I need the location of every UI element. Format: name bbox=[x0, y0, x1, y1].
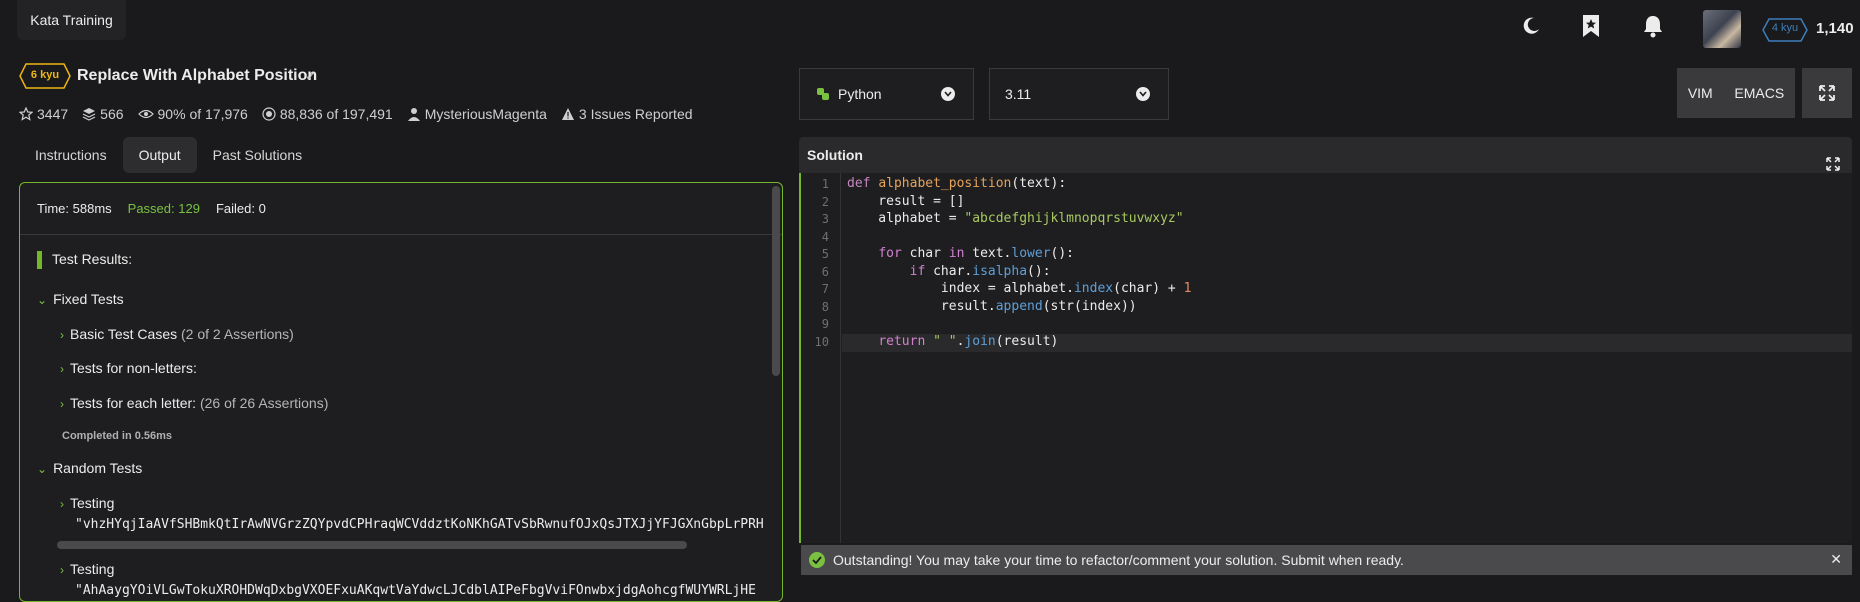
top-bar: Kata Training 4 kyu 1,140 bbox=[0, 0, 1860, 48]
success-message: Outstanding! You may take your time to r… bbox=[833, 552, 1404, 568]
line-number: 5 bbox=[821, 247, 829, 261]
line-gutter: 1 2 3 4 5 6 7 8 9 10 bbox=[801, 173, 841, 543]
time-value: Time: 588ms bbox=[37, 201, 112, 216]
line-number: 4 bbox=[821, 230, 829, 244]
issues-stat[interactable]: 3 Issues Reported bbox=[561, 106, 693, 122]
completed-time: Completed in 0.56ms bbox=[62, 430, 173, 442]
passed-count: Passed: 129 bbox=[127, 201, 200, 216]
kyu-label: 6 kyu bbox=[30, 69, 60, 81]
fixed-tests-group[interactable]: ⌄ Fixed Tests bbox=[37, 291, 124, 307]
line-number: 9 bbox=[821, 317, 829, 331]
results-bar bbox=[37, 251, 42, 270]
bell-icon[interactable] bbox=[1641, 14, 1665, 38]
eye-icon bbox=[137, 109, 154, 119]
tab-past-solutions[interactable]: Past Solutions bbox=[197, 137, 319, 173]
rank-label: 4 kyu bbox=[1771, 22, 1799, 34]
chevron-right-icon: › bbox=[60, 563, 64, 577]
code-line: alphabet = "abcdefghijklmnopqrstuvwxyz" bbox=[847, 211, 1184, 226]
expand-icon bbox=[1819, 85, 1835, 101]
kata-title: Replace With Alphabet Position bbox=[77, 67, 318, 84]
failed-count: Failed: 0 bbox=[215, 201, 266, 216]
solution-title: Solution bbox=[807, 147, 863, 163]
chevron-down-icon bbox=[941, 87, 955, 101]
success-banner: Outstanding! You may take your time to r… bbox=[801, 545, 1852, 575]
layers-icon bbox=[82, 108, 96, 121]
warning-icon bbox=[561, 108, 574, 120]
kata-training-link[interactable]: Kata Training bbox=[17, 0, 126, 40]
honor-count: 1,140 bbox=[1816, 20, 1854, 37]
solution-header: Solution bbox=[799, 137, 1852, 173]
code-line: index = alphabet.index(char) + 1 bbox=[847, 281, 1192, 296]
test-input-string: "AhAaygYOiVLGwTokuXROHDWqDxbgVXOEFxuAKqw… bbox=[75, 583, 756, 598]
tab-output[interactable]: Output bbox=[122, 137, 197, 173]
version-select[interactable]: 3.11 bbox=[989, 68, 1169, 120]
avatar[interactable] bbox=[1703, 10, 1741, 48]
completed-stat: 88,836 of 197,491 bbox=[262, 106, 393, 122]
kyu-badge: 6 kyu bbox=[19, 63, 71, 89]
bookmark-star-icon[interactable] bbox=[1579, 14, 1603, 38]
collections-stat[interactable]: 566 bbox=[82, 106, 124, 122]
fullscreen-button[interactable] bbox=[1802, 68, 1852, 118]
tab-instructions[interactable]: Instructions bbox=[19, 137, 123, 173]
basic-test-cases-item[interactable]: › Basic Test Cases (2 of 2 Assertions) bbox=[60, 326, 294, 342]
kata-tabs: Instructions Output Past Solutions bbox=[19, 137, 318, 173]
chevron-right-icon: › bbox=[60, 328, 64, 342]
random-tests-group[interactable]: ⌄ Random Tests bbox=[37, 460, 142, 476]
vim-button[interactable]: VIM bbox=[1688, 85, 1713, 101]
chevron-down-icon: ⌄ bbox=[37, 462, 48, 476]
vertical-scrollbar[interactable] bbox=[772, 186, 780, 376]
random-test-item[interactable]: › Testing bbox=[60, 561, 114, 577]
test-results-heading: Test Results: bbox=[37, 251, 132, 270]
random-test-item[interactable]: › Testing bbox=[60, 495, 114, 511]
line-number: 6 bbox=[821, 265, 829, 279]
line-number: 2 bbox=[821, 195, 829, 209]
non-letters-item[interactable]: › Tests for non-letters: bbox=[60, 360, 197, 376]
moon-icon[interactable] bbox=[1519, 14, 1543, 38]
code-line: return " ".join(result) bbox=[878, 334, 1059, 349]
kata-stats: 3447 566 90% of 17,976 88,836 of 197,491… bbox=[19, 106, 707, 122]
line-number: 8 bbox=[821, 300, 829, 314]
close-icon[interactable]: ✕ bbox=[1830, 551, 1842, 568]
user-icon bbox=[407, 108, 420, 121]
check-circle-icon bbox=[809, 552, 825, 568]
line-number: 10 bbox=[814, 335, 829, 349]
code-line: def alphabet_position(text): bbox=[847, 176, 1067, 191]
output-panel: Time: 588ms Passed: 129 Failed: 0 Test R… bbox=[19, 182, 783, 602]
code-line: if char.isalpha(): bbox=[909, 264, 1051, 279]
line-number: 1 bbox=[821, 177, 829, 191]
line-number: 3 bbox=[821, 212, 829, 226]
language-select[interactable]: Python bbox=[799, 68, 974, 120]
chevron-down-icon: ⌄ bbox=[37, 293, 48, 307]
editor-mode-group: VIM EMACS bbox=[1677, 68, 1795, 118]
chevron-right-icon: › bbox=[60, 362, 64, 376]
test-input-string: "vhzHYqjIaAVfSHBmkQtIrAwNVGrzZQYpvdCPHra… bbox=[75, 517, 764, 532]
chevron-down-icon bbox=[1136, 87, 1150, 101]
python-icon bbox=[817, 88, 829, 100]
stars-stat[interactable]: 3447 bbox=[19, 106, 68, 122]
emacs-button[interactable]: EMACS bbox=[1734, 85, 1784, 101]
satisfaction-stat: 90% of 17,976 bbox=[137, 106, 248, 122]
author-stat[interactable]: MysteriousMagenta bbox=[407, 106, 547, 122]
each-letter-item[interactable]: › Tests for each letter: (26 of 26 Assert… bbox=[60, 395, 328, 411]
target-icon bbox=[262, 107, 276, 121]
check-icon: ✓ bbox=[305, 68, 317, 84]
line-number: 7 bbox=[821, 282, 829, 296]
chevron-right-icon: › bbox=[60, 497, 64, 511]
horizontal-scrollbar[interactable] bbox=[57, 541, 687, 549]
output-summary: Time: 588ms Passed: 129 Failed: 0 bbox=[20, 183, 782, 235]
code-line: result = [] bbox=[847, 194, 965, 209]
code-editor[interactable]: 1 2 3 4 5 6 7 8 9 10 def alphabet_positi… bbox=[799, 173, 1852, 543]
chevron-right-icon: › bbox=[60, 397, 64, 411]
code-line: for char in text.lower(): bbox=[878, 246, 1075, 261]
code-line: result.append(str(index)) bbox=[847, 299, 1137, 314]
star-icon bbox=[19, 107, 33, 121]
rank-badge[interactable]: 4 kyu bbox=[1762, 18, 1808, 42]
